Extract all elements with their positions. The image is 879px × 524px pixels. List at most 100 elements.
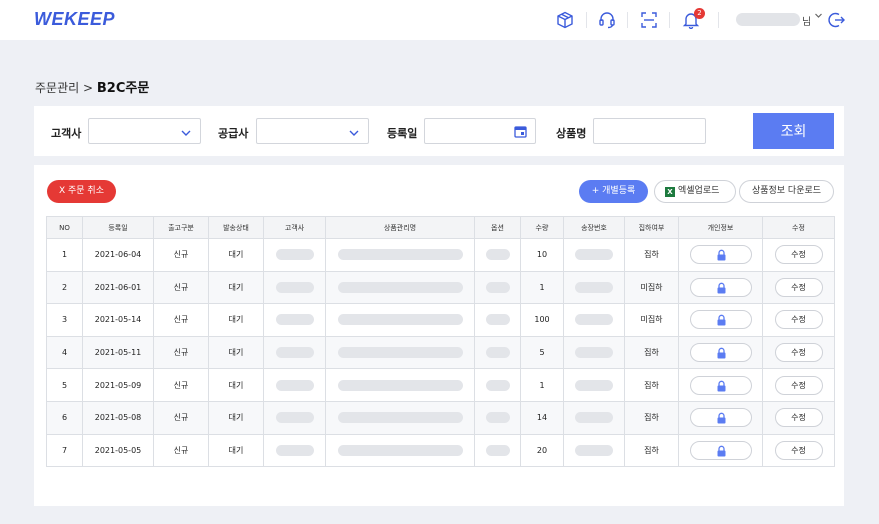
product-name-masked xyxy=(337,444,463,456)
quantity: 5 xyxy=(539,348,545,358)
column-header: 등록일 xyxy=(82,216,154,239)
invoice-masked xyxy=(575,412,613,424)
table-row[interactable]: 5 2021-05-09 신규 대기 1 집하 수정 xyxy=(46,368,835,402)
column-header: 송장번호 xyxy=(563,216,625,239)
privacy-button[interactable] xyxy=(689,343,752,363)
invoice-masked xyxy=(575,347,613,359)
row-number: 4 xyxy=(61,348,68,358)
customer-masked xyxy=(275,444,314,456)
option-masked xyxy=(485,347,510,359)
send-status: 대기 xyxy=(228,413,244,423)
ship-type: 신규 xyxy=(173,250,189,260)
quantity: 100 xyxy=(534,315,550,325)
product-name-masked xyxy=(337,347,463,359)
column-header: 개인정보 xyxy=(678,216,763,239)
reg-date: 2021-05-14 xyxy=(94,315,142,325)
customer-masked xyxy=(275,249,314,261)
edit-button[interactable]: 수정 xyxy=(774,408,823,428)
privacy-button[interactable] xyxy=(689,408,752,428)
orders-panel: X 주문 취소 + 개별등록 X 엑셀업로드 상품정보 다운로드 NO 등록일 출고구… xyxy=(34,165,844,506)
filter-bar: 고객사 공급사 등록일 상품명 조회 xyxy=(34,106,844,156)
regdate-input[interactable] xyxy=(424,118,536,144)
table-row[interactable]: 3 2021-05-14 신규 대기 100 미집하 수정 xyxy=(46,303,835,337)
search-button[interactable]: 조회 xyxy=(753,113,834,149)
customer-masked xyxy=(275,379,314,391)
row-number: 7 xyxy=(61,445,68,455)
reg-date: 2021-05-11 xyxy=(94,348,142,358)
chevron-down-icon[interactable] xyxy=(814,11,823,23)
customer-select[interactable] xyxy=(88,118,201,144)
bell-icon[interactable]: 2 xyxy=(679,8,705,32)
send-status: 대기 xyxy=(228,380,244,390)
reg-date: 2021-06-01 xyxy=(94,282,142,292)
breadcrumb: 주문관리 > B2C주문 xyxy=(35,77,149,96)
breadcrumb-parent[interactable]: 주문관리 > xyxy=(35,81,93,95)
invoice-masked xyxy=(575,379,613,391)
invoice-masked xyxy=(575,281,613,293)
reg-date: 2021-05-09 xyxy=(94,380,142,390)
option-masked xyxy=(485,379,510,391)
invoice-masked xyxy=(575,314,613,326)
pickup-status: 집하 xyxy=(644,380,659,390)
send-status: 대기 xyxy=(228,348,244,358)
edit-button[interactable]: 수정 xyxy=(774,277,823,297)
ship-type: 신규 xyxy=(173,315,189,325)
edit-button[interactable]: 수정 xyxy=(774,375,823,395)
box-icon[interactable] xyxy=(553,8,577,32)
option-masked xyxy=(485,444,510,456)
edit-button[interactable]: 수정 xyxy=(774,343,823,363)
excel-upload-button[interactable]: X 엑셀업로드 xyxy=(654,180,736,203)
privacy-button[interactable] xyxy=(689,440,752,460)
reg-date: 2021-05-05 xyxy=(94,445,142,455)
row-number: 6 xyxy=(61,413,68,423)
send-status: 대기 xyxy=(228,445,244,455)
headset-icon[interactable] xyxy=(595,8,619,32)
ship-type: 신규 xyxy=(173,282,189,292)
reg-date: 2021-06-04 xyxy=(94,250,142,260)
column-header: 상품관리명 xyxy=(325,216,475,239)
edit-button[interactable]: 수정 xyxy=(774,245,823,265)
column-header: 발송상태 xyxy=(208,216,264,239)
ship-type: 신규 xyxy=(173,445,189,455)
calendar-icon[interactable] xyxy=(514,123,527,142)
table-row[interactable]: 4 2021-05-11 신규 대기 5 집하 수정 xyxy=(46,335,835,370)
cancel-order-button[interactable]: X 주문 취소 xyxy=(47,180,116,203)
privacy-button[interactable] xyxy=(689,245,752,265)
table-row[interactable]: 2 2021-06-01 신규 대기 1 미집하 수정 xyxy=(46,270,835,305)
customer-masked xyxy=(275,347,314,359)
table-row[interactable]: 6 2021-05-08 신규 대기 14 집하 수정 xyxy=(46,400,835,435)
supplier-label: 공급사 xyxy=(218,127,249,140)
edit-button[interactable]: 수정 xyxy=(774,310,823,330)
pickup-status: 미집하 xyxy=(640,282,663,292)
logout-icon[interactable] xyxy=(825,8,849,32)
quantity: 1 xyxy=(539,380,545,390)
supplier-select[interactable] xyxy=(256,118,369,144)
pickup-status: 집하 xyxy=(644,250,659,260)
table-body: 1 2021-06-04 신규 대기 10 집하 수정 2 2021-06-01 신규 대기 1 미집하… xyxy=(46,238,835,468)
column-header: 수량 xyxy=(520,216,564,239)
lock-icon xyxy=(717,315,725,326)
privacy-button[interactable] xyxy=(689,310,752,330)
product-name-input[interactable] xyxy=(593,118,706,144)
option-masked xyxy=(485,249,510,261)
customer-masked xyxy=(275,412,314,424)
quantity: 20 xyxy=(536,445,548,455)
add-single-button[interactable]: + 개별등록 xyxy=(579,180,648,203)
lock-icon xyxy=(717,282,725,294)
customer-masked xyxy=(275,314,314,326)
edit-button[interactable]: 수정 xyxy=(774,440,823,460)
privacy-button[interactable] xyxy=(689,375,752,395)
scan-icon[interactable] xyxy=(637,8,661,32)
product-download-button[interactable]: 상품정보 다운로드 xyxy=(739,180,834,203)
privacy-button[interactable] xyxy=(689,277,752,297)
table-row[interactable]: 1 2021-06-04 신규 대기 10 집하 수정 xyxy=(46,238,835,272)
chevron-down-icon xyxy=(348,124,360,143)
row-number: 3 xyxy=(61,315,68,325)
table-row[interactable]: 7 2021-05-05 신규 대기 20 집하 수정 xyxy=(46,433,835,468)
pickup-status: 집하 xyxy=(644,348,659,358)
logo[interactable]: WEKEEP xyxy=(34,9,115,30)
product-name-masked xyxy=(337,379,463,391)
top-header: WEKEEP 2 님 xyxy=(0,0,879,40)
row-number: 1 xyxy=(61,250,68,260)
pickup-status: 집하 xyxy=(644,445,659,455)
